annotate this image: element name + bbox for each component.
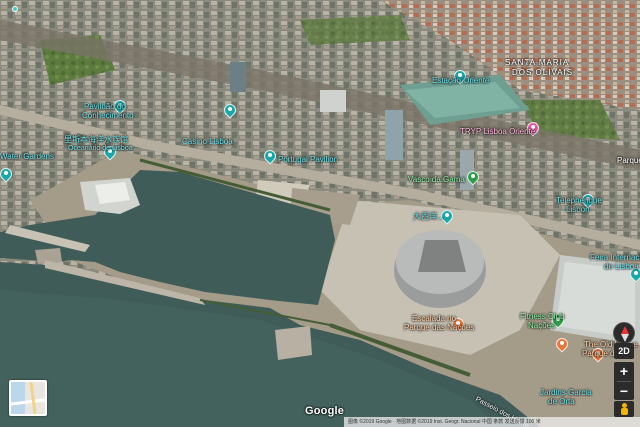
water-gardens-pin-icon[interactable] [0, 165, 15, 183]
oceanarium-label-cn[interactable]: 里斯本海洋水族馆 [64, 135, 128, 144]
oceanarium-label[interactable]: Oceanário de Lisboa [68, 144, 133, 153]
telepherique-label[interactable]: Lisbon [566, 205, 590, 214]
compass-icon[interactable] [613, 322, 635, 344]
telepherique-label[interactable]: Telepherique [556, 196, 602, 205]
map-layer-toggle-button[interactable] [9, 380, 47, 416]
satellite-map[interactable]: SANTA MARIA DOS OLIVAIS Parque Estação O… [0, 0, 640, 427]
shopping-label[interactable]: Vasco da Gama [408, 175, 465, 184]
old-house-pin-icon[interactable] [553, 335, 571, 353]
poi-marker-icon[interactable] [12, 6, 18, 12]
garden-label[interactable]: Jardins Garcia [540, 388, 592, 397]
fil-label[interactable]: Feira Internacional [590, 253, 640, 262]
climbing-label[interactable]: Escalada no [412, 314, 456, 323]
google-logo: Google [305, 405, 345, 417]
casino-label[interactable]: Casino Lisboa [182, 137, 233, 146]
fil-label[interactable]: de Lisboa [604, 262, 639, 271]
park-label: Parque [617, 156, 640, 165]
shopping-pin-icon[interactable] [464, 168, 482, 186]
hotel-label[interactable]: TRYP Lisboa Oriente [460, 127, 535, 136]
street-view-pegman-icon[interactable] [614, 401, 634, 417]
zoom-out-button[interactable]: − [614, 382, 634, 401]
arena-label-cn[interactable]: 大西洋... [413, 212, 444, 221]
neighborhood-label: DOS OLIVAIS [512, 68, 574, 77]
neighborhood-label: SANTA MARIA [505, 58, 570, 67]
portugal-pavilion-pin-icon[interactable] [261, 147, 279, 165]
zoom-in-button[interactable]: + [614, 362, 634, 381]
water-gardens-label[interactable]: Water Gardens [0, 152, 54, 161]
casino-pin-icon[interactable] [221, 101, 239, 119]
fitness-label[interactable]: Nações [528, 321, 555, 330]
portugal-pavilion-label[interactable]: Portugal Pavilion [278, 155, 338, 164]
attribution-bar[interactable]: 图像 ©2019 Google · 地图数据 ©2019 Inst. Geogr… [344, 417, 640, 427]
fitness-label[interactable]: Fitness Club [520, 312, 564, 321]
pavilion-knowledge-label[interactable]: Pavilhão do [84, 102, 126, 111]
station-label[interactable]: Estação Oriente [432, 76, 489, 85]
zoom-control: + − [614, 362, 634, 400]
garden-label[interactable]: de Orta [548, 397, 575, 406]
climbing-label[interactable]: Parque das Nações [404, 323, 474, 332]
pavilion-knowledge-label[interactable]: Conhecimento [82, 111, 134, 120]
tilt-toggle-button[interactable]: 2D [614, 343, 634, 359]
